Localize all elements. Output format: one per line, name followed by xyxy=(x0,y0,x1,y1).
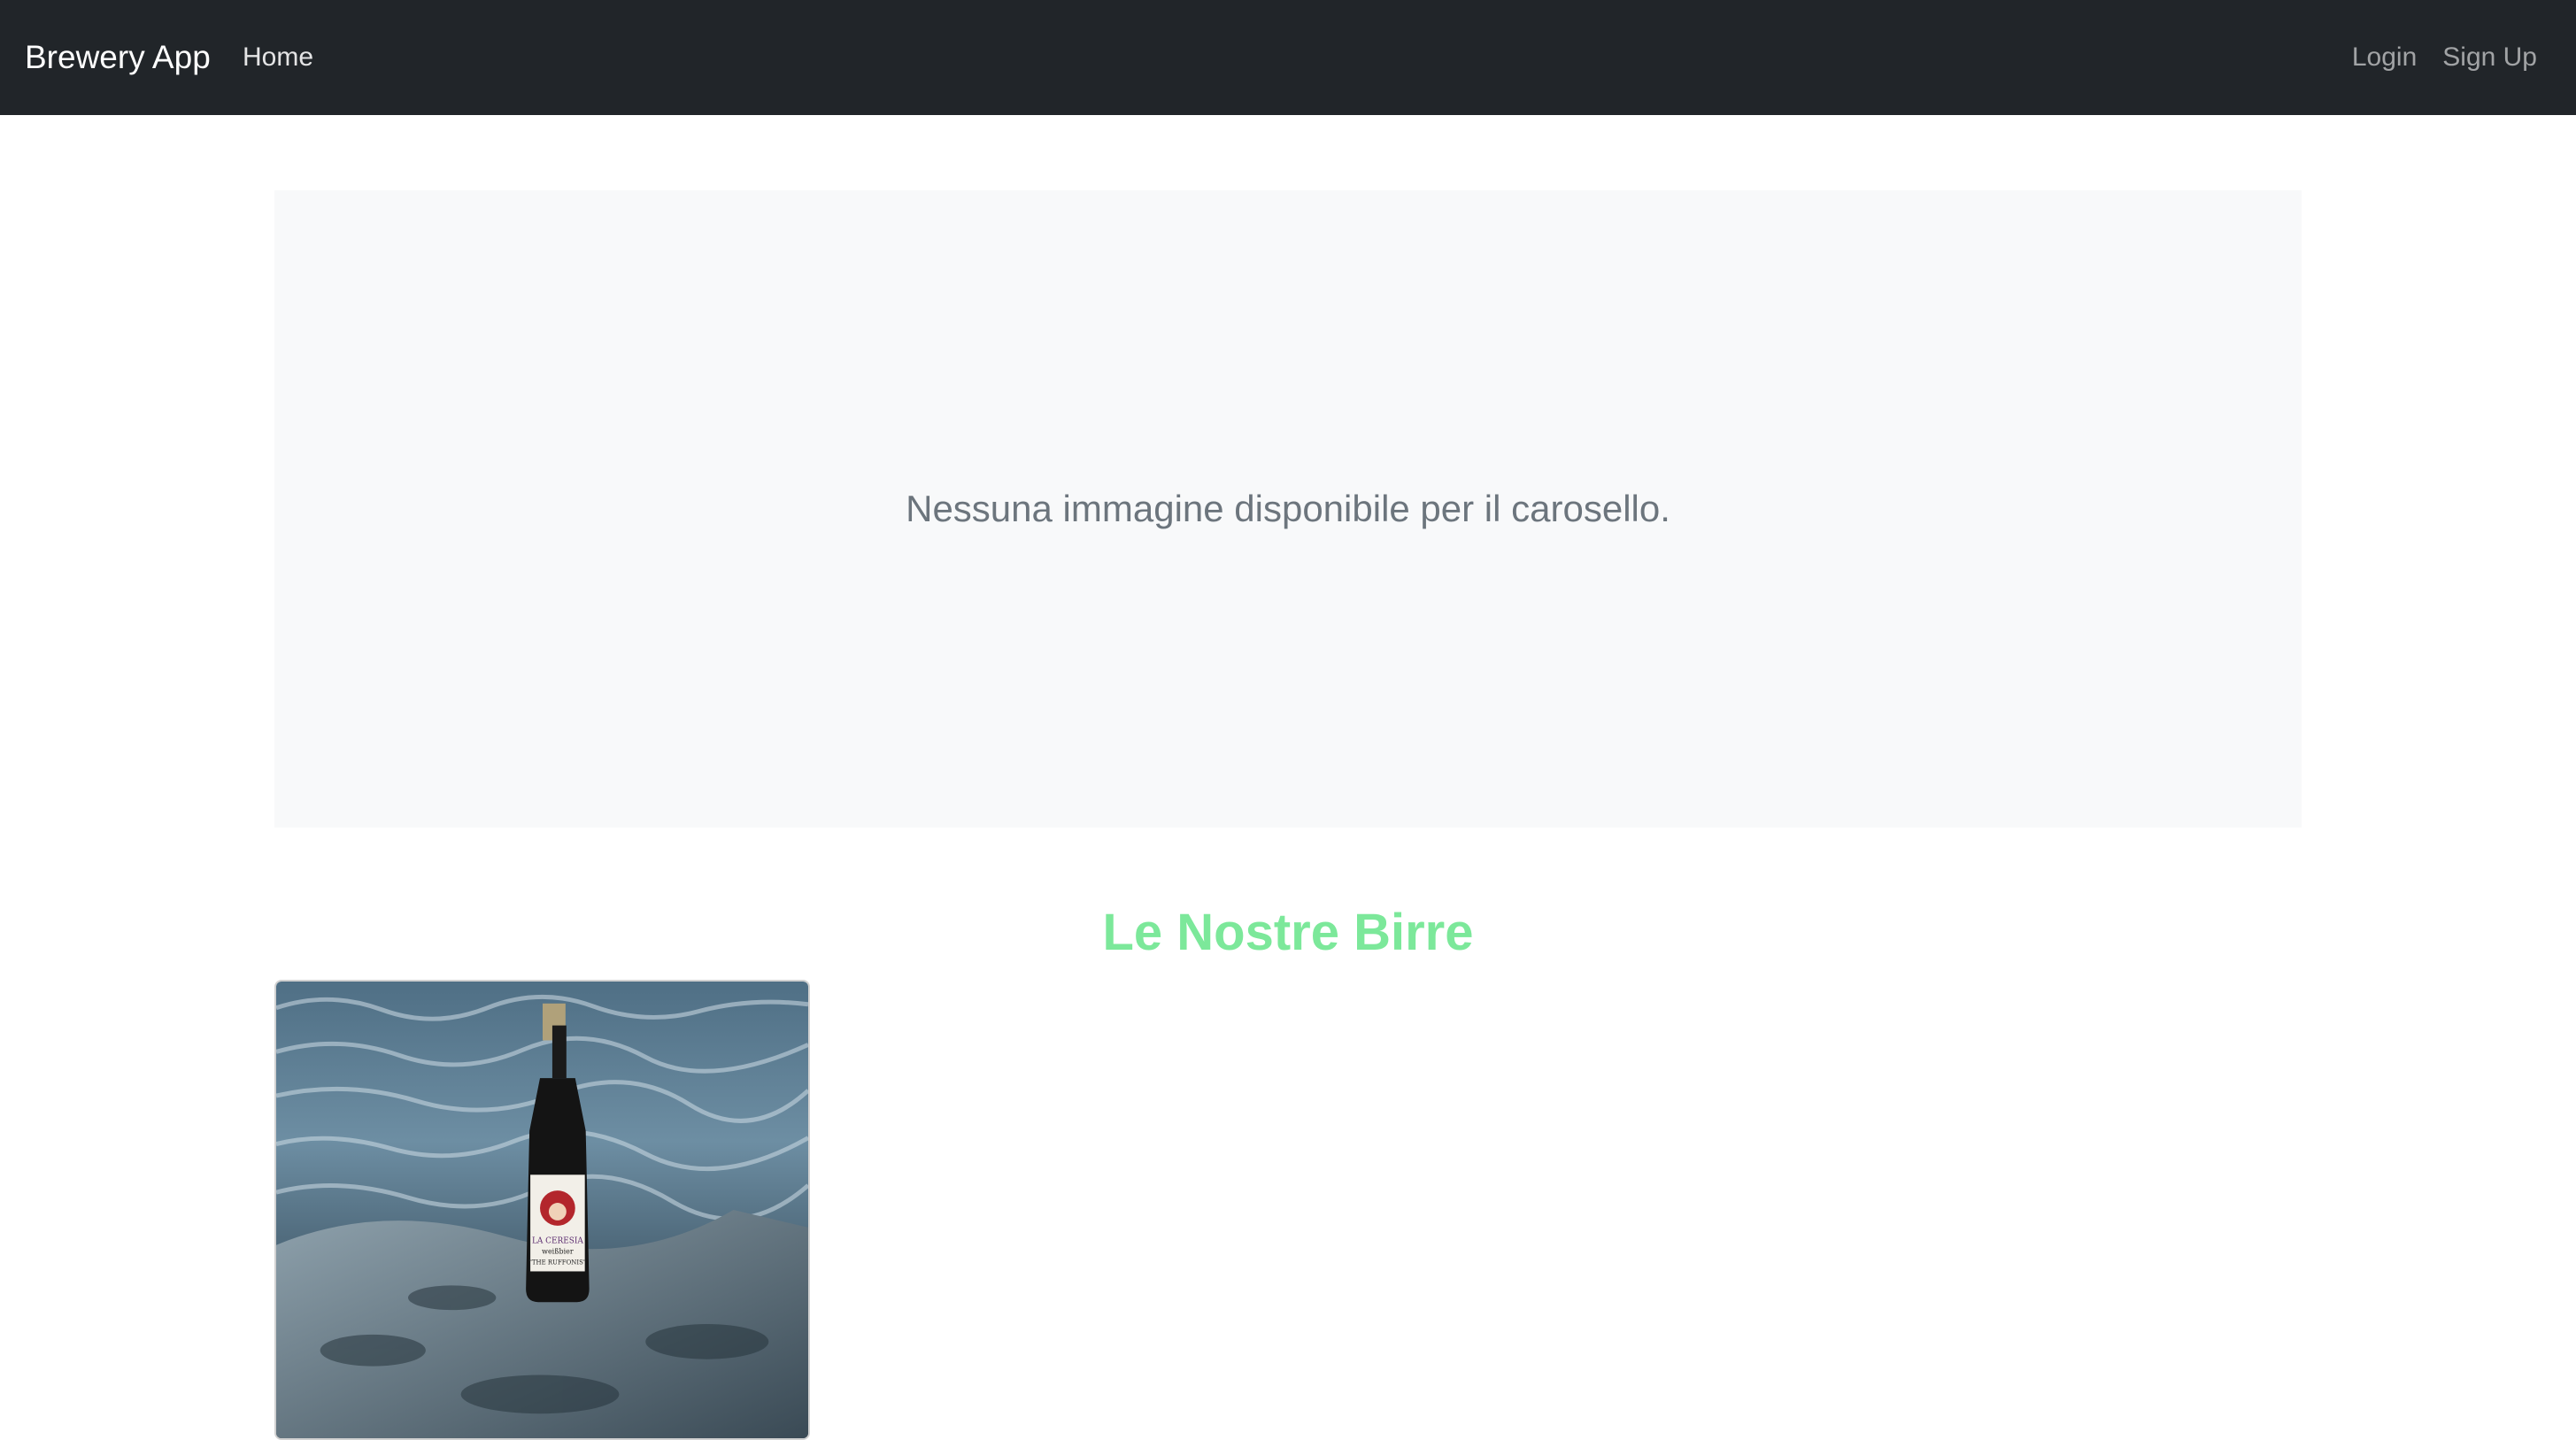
nav-link-home[interactable]: Home xyxy=(243,0,313,115)
brand-logo[interactable]: Brewery App xyxy=(25,0,211,115)
navbar: Brewery App Home Login Sign Up xyxy=(0,0,2576,115)
beer-card-image[interactable]: LA CERESIA weißbier "THE RUFFONIS" xyxy=(276,982,808,1438)
beers-section-title: Le Nostre Birre xyxy=(1102,904,1474,961)
auth-links: Login Sign Up xyxy=(2352,0,2537,115)
beer-card[interactable]: LA CERESIA weißbier "THE RUFFONIS" xyxy=(274,980,810,1440)
image-carousel: Nessuna immagine disponibile per il caro… xyxy=(274,190,2302,828)
bottle-label-tag: "THE RUFFONIS" xyxy=(529,1259,586,1267)
nav-link-signup[interactable]: Sign Up xyxy=(2442,0,2537,115)
bottle-label-name: LA CERESIA xyxy=(532,1237,583,1246)
nav-link-login[interactable]: Login xyxy=(2352,0,2417,115)
carousel-empty-message: Nessuna immagine disponibile per il caro… xyxy=(906,488,1670,529)
bottle-label-sub: weißbier xyxy=(542,1248,574,1256)
